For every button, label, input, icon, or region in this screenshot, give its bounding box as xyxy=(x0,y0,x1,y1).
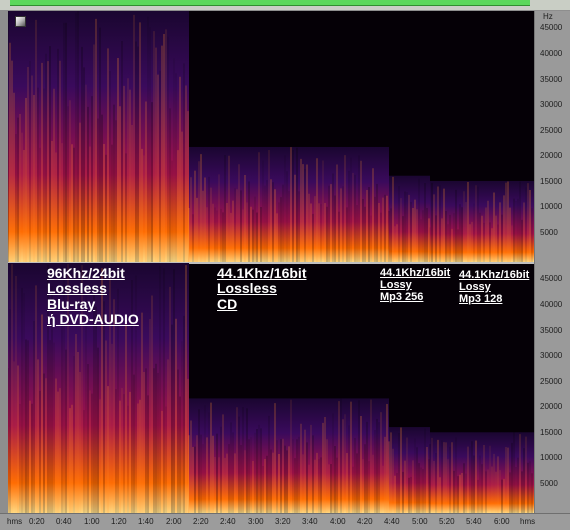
time-tick: 1:00 xyxy=(84,517,100,526)
spectrogram-canvas xyxy=(8,11,534,262)
freq-tick: 20000 xyxy=(540,402,563,411)
freq-tick: 15000 xyxy=(540,177,563,186)
segment-line: Mp3 256 xyxy=(380,291,424,304)
freq-tick: 45000 xyxy=(540,23,563,32)
time-tick: 3:40 xyxy=(302,517,318,526)
freq-tick: 20000 xyxy=(540,151,563,160)
segment-line: Mp3 128 xyxy=(459,293,503,306)
segment-line: CD xyxy=(217,295,238,312)
time-tick: 5:20 xyxy=(439,517,455,526)
segment-line: Lossless xyxy=(47,280,107,297)
freq-tick: 45000 xyxy=(540,274,563,283)
time-tick: 3:00 xyxy=(248,517,264,526)
time-tick: 2:40 xyxy=(220,517,236,526)
time-tick: 1:20 xyxy=(111,517,127,526)
freq-unit-top: Hz xyxy=(543,12,553,21)
segment-line: 44.1Khz/16bit xyxy=(459,269,530,281)
freq-tick: 35000 xyxy=(540,75,563,84)
segment-line: ή DVD-AUDIO xyxy=(47,311,139,328)
freq-tick: 40000 xyxy=(540,49,563,58)
segment-label-hires: 96Khz/24bit Lossless Blu-ray ή DVD-AUDIO xyxy=(47,265,139,328)
spectrogram-view[interactable]: 96Khz/24bit Lossless Blu-ray ή DVD-AUDIO… xyxy=(8,11,534,513)
freq-tick: 40000 xyxy=(540,300,563,309)
freq-tick: 30000 xyxy=(540,351,563,360)
freq-tick: 15000 xyxy=(540,428,563,437)
time-tick: 4:00 xyxy=(330,517,346,526)
freq-tick: 25000 xyxy=(540,126,563,135)
time-unit-right: hms xyxy=(520,517,536,526)
freq-tick: 35000 xyxy=(540,326,563,335)
segment-line: Lossless xyxy=(217,280,277,297)
time-tick: 4:20 xyxy=(357,517,373,526)
freq-tick: 5000 xyxy=(540,479,558,488)
time-tick: 1:40 xyxy=(138,517,154,526)
freq-tick: 10000 xyxy=(540,453,563,462)
time-tick: 5:40 xyxy=(466,517,482,526)
time-tick: 6:00 xyxy=(494,517,510,526)
time-tick: 2:00 xyxy=(166,517,182,526)
time-unit-left: hms xyxy=(7,517,23,526)
view-corner-icon[interactable] xyxy=(15,16,26,27)
segment-line: Blu-ray xyxy=(47,295,96,312)
freq-tick: 25000 xyxy=(540,377,563,386)
segment-label-mp3-256: 44.1Khz/16bit Lossy Mp3 256 xyxy=(380,267,450,303)
selection-bar[interactable] xyxy=(10,0,530,6)
time-tick: 5:00 xyxy=(412,517,428,526)
segment-line: 44.1Khz/16bit xyxy=(380,267,451,279)
time-tick: 0:20 xyxy=(29,517,45,526)
segment-line: Lossy xyxy=(459,281,491,294)
time-tick: 0:40 xyxy=(56,517,72,526)
freq-tick: 30000 xyxy=(540,100,563,109)
segment-line: Lossy xyxy=(380,279,412,292)
channel-top[interactable] xyxy=(8,11,534,262)
segment-line: 96Khz/24bit xyxy=(47,265,125,281)
freq-tick: 10000 xyxy=(540,202,563,211)
frequency-axis: Hz 45000 40000 35000 30000 25000 20000 1… xyxy=(534,11,570,513)
title-bar xyxy=(0,0,570,10)
segment-label-mp3-128: 44.1Khz/16bit Lossy Mp3 128 xyxy=(459,269,529,305)
freq-tick: 5000 xyxy=(540,228,558,237)
time-tick: 4:40 xyxy=(384,517,400,526)
segment-label-cd: 44.1Khz/16bit Lossless CD xyxy=(217,265,307,312)
time-axis[interactable]: hms 0:20 0:40 1:00 1:20 1:40 2:00 2:20 2… xyxy=(0,513,570,530)
time-tick: 2:20 xyxy=(193,517,209,526)
segment-line: 44.1Khz/16bit xyxy=(217,265,307,281)
time-tick: 3:20 xyxy=(275,517,291,526)
